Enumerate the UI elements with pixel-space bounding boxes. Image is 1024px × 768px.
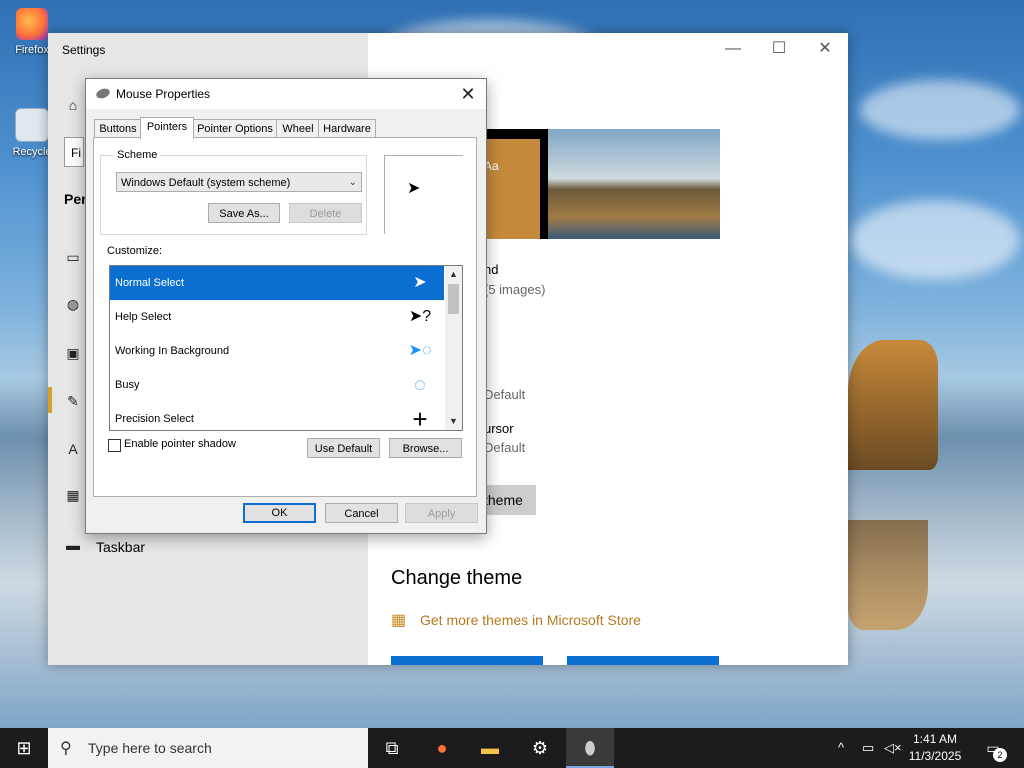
mouse-properties-dialog: Mouse Properties ✕ Buttons Pointers Poin… [85,78,487,534]
pointer-name: Precision Select [115,413,194,425]
time: 1:41 AM [912,732,958,746]
taskbar-search[interactable]: ⚲ Type here to search [48,728,368,768]
mouse-icon[interactable]: ⬮ [566,728,614,768]
store-link[interactable]: Get more themes in Microsoft Store [420,612,641,628]
date: 11/3/2025 [908,749,962,763]
pointer-list: Normal Select ➤ Help Select ➤? Working I… [109,265,463,431]
theme-tile[interactable] [567,656,719,665]
scheme-select[interactable]: Windows Default (system scheme) ⌄ [116,172,362,192]
preview-tile [484,139,540,239]
settings-icon[interactable]: ⚙ [516,728,564,768]
cursor-value: Default [484,440,526,455]
dialog-close-button[interactable]: ✕ [456,83,480,105]
recycle-bin-icon [15,108,49,142]
taskbar: ⊞ ⚲ Type here to search ⧉ ● ▬ ⚙ ⬮ ^ ▭ ◁×… [0,728,1024,768]
scheme-label: Scheme [114,149,161,161]
pointer-shadow-label: Enable pointer shadow [124,438,236,450]
list-item[interactable]: Precision Select + [110,402,444,431]
background-sub: (5 images) [484,282,546,297]
list-item[interactable]: Help Select ➤? [110,300,444,334]
rock-formation [848,340,938,470]
windows-start-icon[interactable]: ⊞ [0,728,48,768]
taskbar-icon[interactable]: ▬ [64,537,82,555]
pointer-preview: ➤ [384,155,463,234]
preview-image [548,129,720,239]
desktop-icon-label: Firefox [15,44,49,56]
dialog-titlebar[interactable]: Mouse Properties ✕ [86,79,486,109]
pointer-name: Help Select [115,311,172,323]
theme-tile[interactable] [391,656,543,665]
palette-icon[interactable]: ◍ [64,296,82,314]
pointer-shadow-checkbox[interactable] [108,439,121,452]
scroll-thumb[interactable] [448,284,459,314]
desktop-icon-label: Recycle [12,146,52,158]
save-as-button[interactable]: Save As... [208,203,280,223]
ok-button[interactable]: OK [243,503,316,523]
sound-value: Default [484,387,526,402]
pointer-name: Busy [115,379,140,391]
firefox-icon[interactable]: ● [418,728,466,768]
busy-cursor-icon: ◌ [414,374,426,396]
help-cursor-icon: ➤? [408,308,432,325]
close-button[interactable]: ✕ [802,37,848,61]
cancel-button[interactable]: Cancel [325,503,398,523]
use-default-button[interactable]: Use Default [307,438,380,458]
list-item[interactable]: Normal Select ➤ [110,266,444,300]
search-icon: ⚲ [60,740,72,757]
volume-muted-icon[interactable]: ◁× [884,728,902,768]
sidebar-item-taskbar[interactable]: Taskbar [96,539,145,555]
search-placeholder: Type here to search [88,740,212,756]
tab-hardware[interactable]: Hardware [318,119,376,138]
scroll-down-icon[interactable]: ▼ [445,413,462,430]
arrow-cursor-icon: ➤ [407,180,421,197]
fonts-icon[interactable]: A [64,441,82,459]
picture-icon[interactable]: ▭ [64,249,82,267]
firefox-icon [16,8,48,40]
list-scrollbar[interactable]: ▲ ▼ [445,266,462,430]
scroll-up-icon[interactable]: ▲ [445,266,462,283]
home-icon[interactable]: ⌂ [64,97,82,115]
dialog-title: Mouse Properties [116,87,211,101]
tab-pointers[interactable]: Pointers [140,117,194,139]
themes-icon[interactable]: ✎ [64,393,82,411]
apply-button[interactable]: Apply [405,503,478,523]
minimize-button[interactable]: — [710,37,756,61]
tab-wheel[interactable]: Wheel [276,119,320,138]
file-explorer-icon[interactable]: ▬ [466,728,514,768]
network-icon[interactable]: ▭ [862,728,874,768]
chevron-down-icon: ⌄ [348,177,357,188]
customize-label: Customize: [107,245,163,257]
task-view-icon[interactable]: ⧉ [368,728,416,768]
chevron-up-icon[interactable]: ^ [838,728,844,768]
save-theme-button[interactable]: theme [484,485,536,515]
tab-pointer-options[interactable]: Pointer Options [192,119,278,138]
lock-screen-icon[interactable]: ▣ [64,345,82,363]
store-icon: ▦ [391,612,407,629]
selected-nav-indicator [48,387,52,413]
pointer-name: Normal Select [115,277,185,289]
start-icon[interactable]: ▦ [64,487,82,505]
scheme-select-value: Windows Default (system scheme) [121,177,291,189]
cursor-label[interactable]: ursor [484,421,514,436]
pointer-name: Working In Background [115,345,230,357]
list-item[interactable]: Busy ◌ [110,368,444,402]
browse-button[interactable]: Browse... [389,438,462,458]
maximize-button[interactable]: ☐ [756,37,802,61]
settings-title: Settings [62,43,106,57]
rock-reflection [848,520,928,630]
working-cursor-icon: ➤◌ [408,342,432,359]
tab-buttons[interactable]: Buttons [94,119,142,138]
list-item[interactable]: Working In Background ➤◌ [110,334,444,368]
notification-count: 2 [993,748,1007,762]
clock[interactable]: 1:41 AM 11/3/2025 [900,731,970,765]
mouse-icon [94,86,112,101]
delete-button[interactable]: Delete [289,203,362,223]
settings-search-input[interactable]: Fi [64,137,84,167]
crosshair-cursor-icon: + [412,404,428,431]
change-theme-heading: Change theme [391,567,523,589]
arrow-cursor-icon: ➤ [413,274,427,291]
